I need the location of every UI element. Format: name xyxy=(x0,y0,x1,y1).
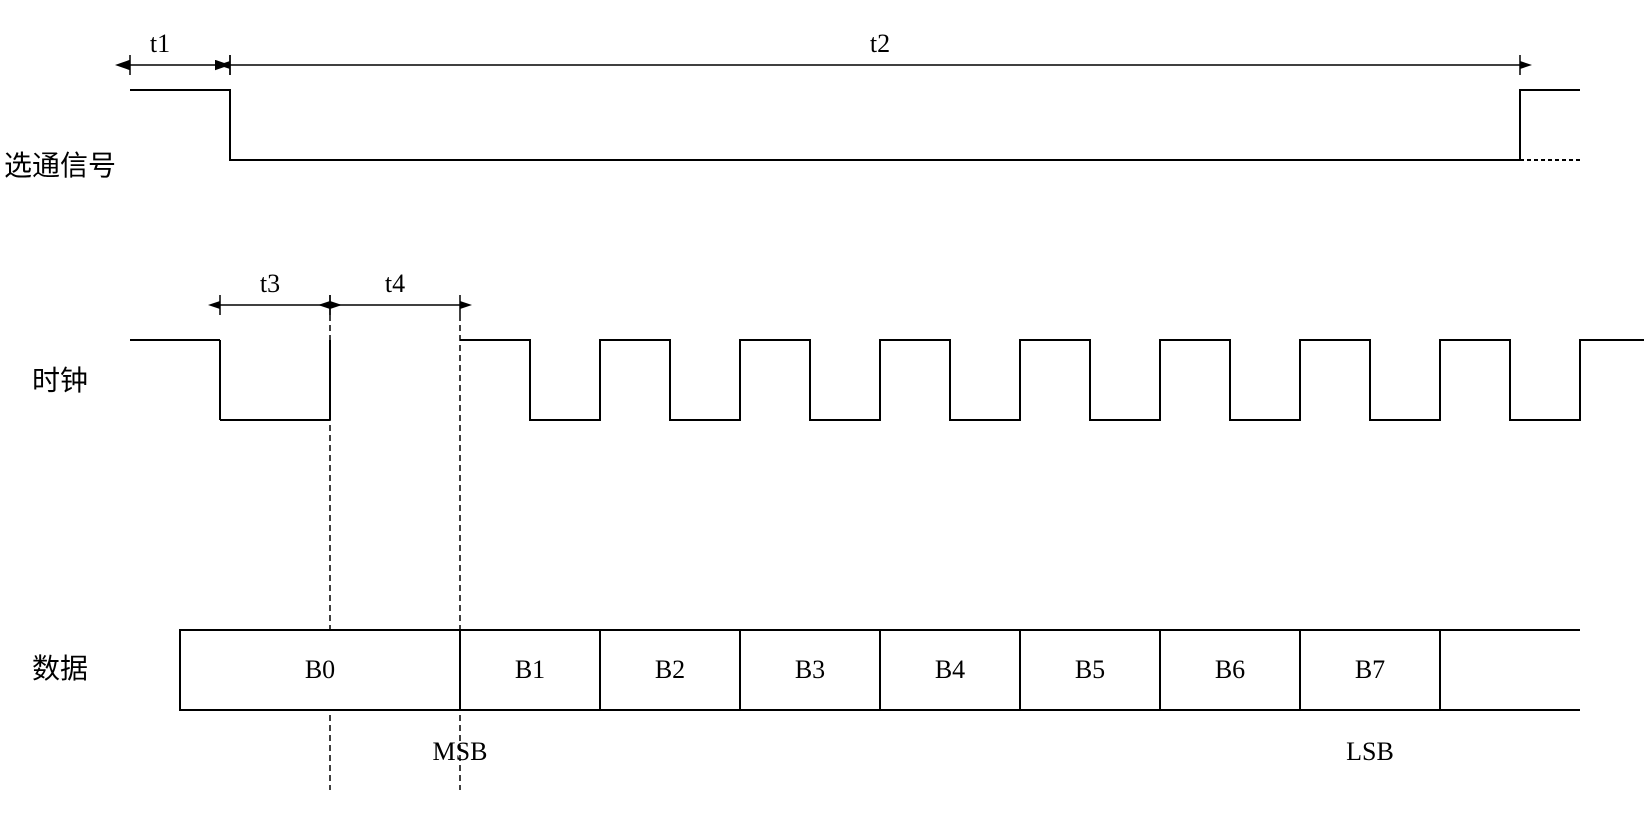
t1-label: t1 xyxy=(150,29,170,58)
t4-label: t4 xyxy=(385,269,405,298)
b6-label: B6 xyxy=(1215,655,1245,684)
msb-label: MSB xyxy=(433,737,488,766)
strobe-label: 选通信号 xyxy=(4,150,116,182)
b1-label: B1 xyxy=(515,655,545,684)
b5-label: B5 xyxy=(1075,655,1105,684)
lsb-label: LSB xyxy=(1346,737,1394,766)
timing-diagram: t1 t2 选通信号 t3 t4 xyxy=(0,0,1644,838)
b4-label: B4 xyxy=(935,655,965,684)
t3-label: t3 xyxy=(260,269,280,298)
b0-label: B0 xyxy=(305,655,335,684)
b2-label: B2 xyxy=(655,655,685,684)
data-label: 数据 xyxy=(32,653,88,685)
b7-label: B7 xyxy=(1355,655,1385,684)
t2-label: t2 xyxy=(870,29,890,58)
b3-label: B3 xyxy=(795,655,825,684)
clock-label: 时钟 xyxy=(32,365,88,397)
